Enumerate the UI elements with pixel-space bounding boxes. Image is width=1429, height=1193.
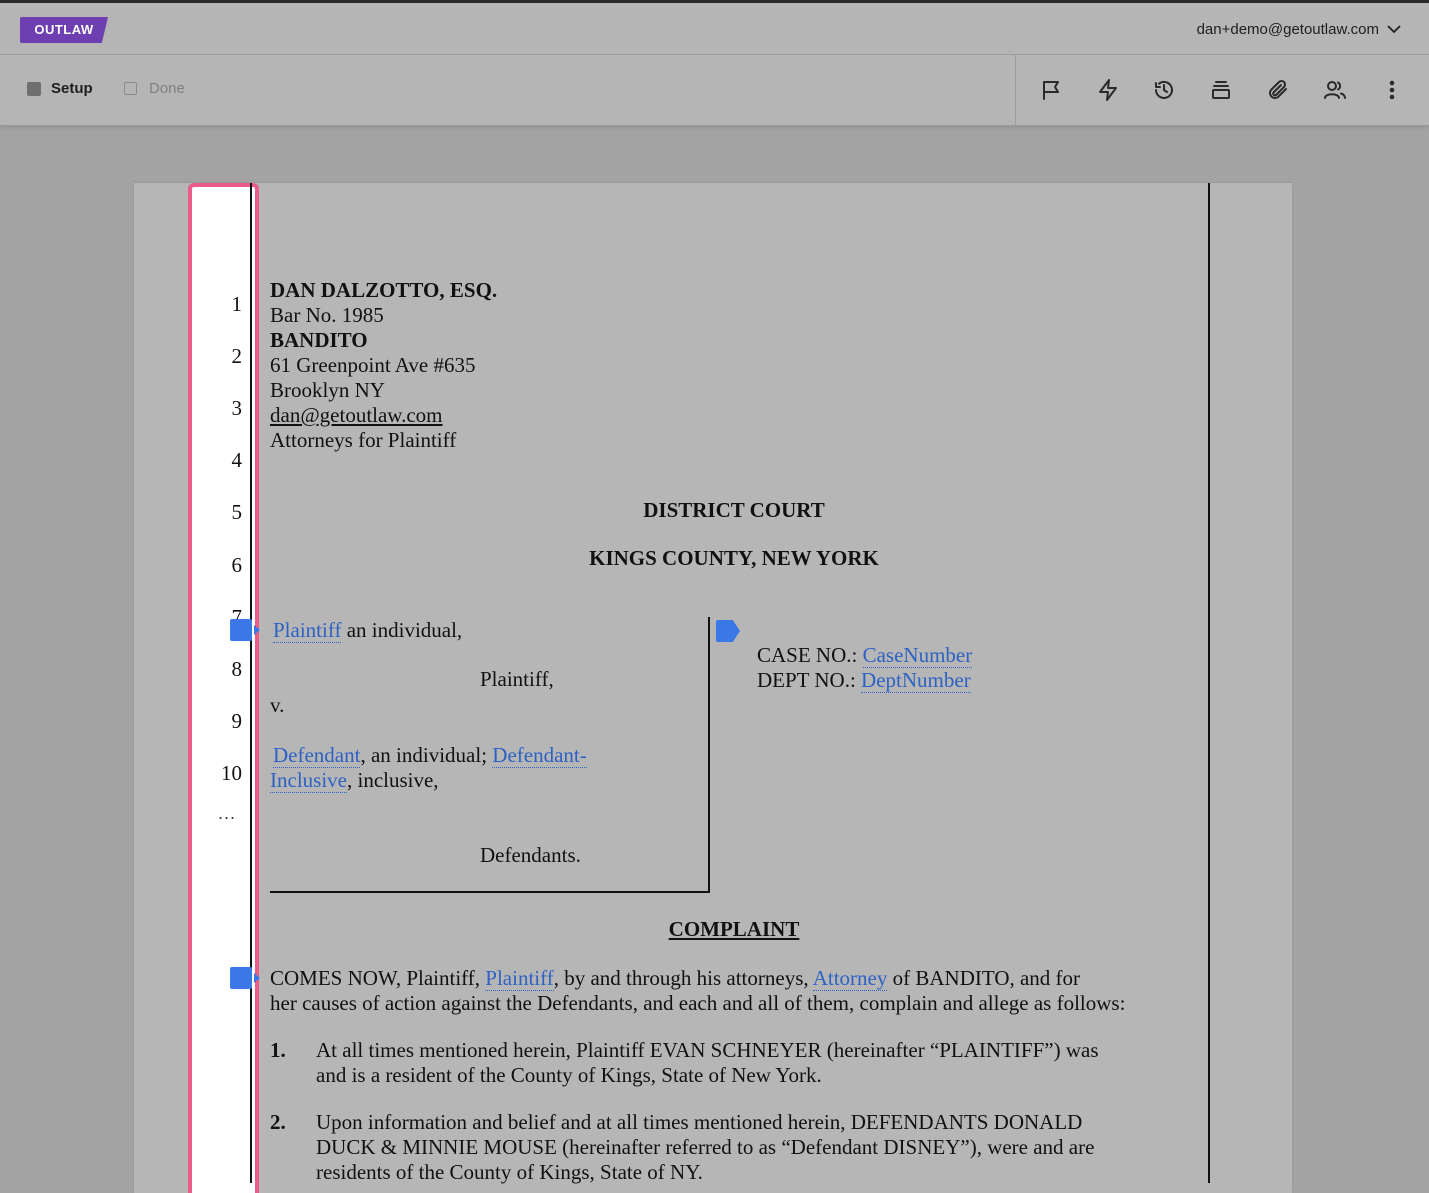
intro-text: COMES NOW, Plaintiff, [270,966,486,990]
done-status-icon [124,82,137,95]
paragraph-number: 2. [270,1110,286,1134]
line-number: 1 [231,292,243,316]
dept-number-variable[interactable]: DeptNumber [861,668,971,693]
attachment-icon[interactable] [1264,76,1292,104]
line-number: 2 [231,344,243,368]
lightning-icon[interactable] [1094,76,1122,104]
line-number: 3 [231,396,243,420]
line-number: 8 [231,657,243,681]
bar-number: Bar No. 1985 [270,303,384,327]
toolbar-divider [1015,55,1016,125]
setup-status-icon [27,81,41,96]
firm-name: BANDITO [270,328,368,352]
pleading-right-rule [1208,183,1210,1183]
more-lines-indicator[interactable]: ... [218,803,236,824]
attorney-role: Attorneys for Plaintiff [270,428,457,452]
attorney-name: DAN DALZOTTO, ESQ. [270,278,498,302]
case-number-line: CASE NO.: CaseNumber [757,643,973,668]
line-number: 10 [221,761,242,785]
line-number: 6 [231,553,243,577]
line-number: 9 [231,709,243,733]
line-number: 5 [231,500,243,524]
court-county: KINGS COUNTY, NEW YORK [589,546,879,570]
attorney-email-link[interactable]: dan@getoutlaw.com [270,403,443,428]
plaintiff-variable[interactable]: Plaintiff [485,966,554,991]
block-marker[interactable] [230,619,260,641]
paragraph-text: and is a resident of the County of Kings… [316,1063,822,1087]
account-email: dan+demo@getoutlaw.com [1196,20,1379,38]
step-setup[interactable]: Setup [27,80,93,97]
flag-icon[interactable] [1037,76,1065,104]
defendant-line: Defendant, an individual; Defendant- [273,743,587,768]
address-line: 61 Greenpoint Ave #635 [270,353,476,377]
plaintiff-line: Plaintiff an individual, [273,618,462,643]
defendants-label: Defendants. [480,843,581,867]
document-title: COMPLAINT [668,917,800,941]
app-header: OUTLAW dan+demo@getoutlaw.com [0,3,1429,55]
layers-icon[interactable] [1207,76,1235,104]
dept-number-label: DEPT NO.: [757,668,862,692]
defendant-variable[interactable]: Defendant [273,743,361,768]
outlaw-logo[interactable]: OUTLAW [20,17,108,43]
attorney-variable[interactable]: Attorney [812,966,888,991]
step-done-label: Done [149,80,185,97]
intro-line-1: COMES NOW, Plaintiff, Plaintiff, by and … [270,966,1080,991]
history-icon[interactable] [1150,76,1178,104]
intro-line-2: her causes of action against the Defenda… [270,991,1126,1015]
case-number-label: CASE NO.: [757,643,863,667]
inclusive-line: Inclusive, inclusive, [270,768,439,793]
users-icon[interactable] [1321,76,1349,104]
intro-text: , by and through his attorneys, [553,966,813,990]
court-name: DISTRICT COURT [643,498,825,522]
defendant-inclusive-variable-cont[interactable]: Inclusive [270,768,347,793]
more-vertical-icon[interactable] [1378,76,1406,104]
step-setup-label: Setup [51,80,93,97]
plaintiff-description: an individual, [341,618,463,642]
block-marker[interactable] [230,967,260,989]
paragraph-text: residents of the County of Kings, State … [316,1160,703,1184]
defendant-inclusive-variable[interactable]: Defendant- [492,743,587,768]
paragraph-text: Upon information and belief and at all t… [316,1110,1083,1134]
pleading-left-rule [250,183,252,1183]
plaintiff-label: Plaintiff, [480,667,554,691]
paragraph-number: 1. [270,1038,286,1062]
paragraph-text: At all times mentioned herein, Plaintiff… [316,1038,1099,1062]
city-line: Brooklyn NY [270,378,385,402]
line-number-gutter[interactable] [188,183,259,1193]
paragraph-text: DUCK & MINNIE MOUSE (hereinafter referre… [316,1135,1095,1159]
chevron-down-icon [1387,25,1401,34]
step-done[interactable]: Done [124,80,185,97]
versus-label: v. [270,693,285,717]
account-menu[interactable]: dan+demo@getoutlaw.com [1197,17,1401,41]
intro-text: of BANDITO, and for [887,966,1081,990]
line-number: 4 [231,448,243,472]
case-number-variable[interactable]: CaseNumber [862,643,973,668]
dept-number-line: DEPT NO.: DeptNumber [757,668,971,693]
defendant-description: , an individual; [360,743,493,767]
plaintiff-variable[interactable]: Plaintiff [273,618,342,643]
toolbar: Setup Done [0,55,1429,126]
inclusive-description: , inclusive, [346,768,439,792]
